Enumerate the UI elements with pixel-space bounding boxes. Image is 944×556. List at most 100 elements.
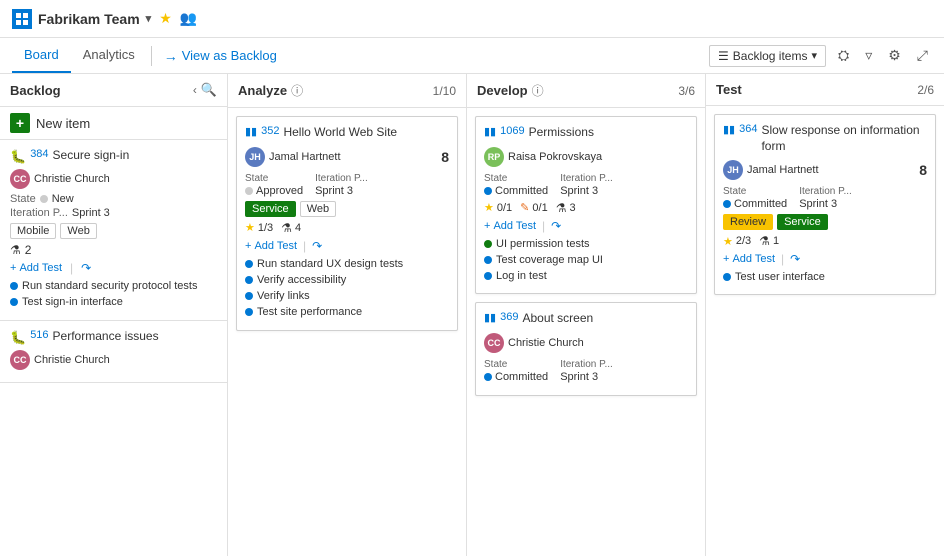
kcard-iter-item: Iteration P... Sprint 3 (315, 173, 368, 197)
nav-right: ☰ Backlog items ▾ ⛭ ▿ ⚙ ⤢ (709, 45, 932, 67)
add-test-btn[interactable]: + Add Test (245, 240, 297, 252)
tag-web[interactable]: Web (60, 223, 96, 239)
pencil-frac: 0/1 (532, 202, 547, 214)
refresh-btn[interactable]: ↷ (790, 252, 800, 266)
nav-board[interactable]: Board (12, 38, 71, 73)
passed-count: ★ 0/1 (484, 201, 512, 214)
plus-icon: + (484, 220, 490, 232)
logo-icon (12, 9, 32, 29)
passed-count: ★ 2/3 (723, 235, 751, 248)
kanban-card: ▮▮ 1069 Permissions RP Raisa Pokrovskaya… (475, 116, 697, 294)
item-id[interactable]: 516 (30, 329, 48, 341)
kcard-state-item: State Committed (484, 173, 548, 197)
avatar: CC (10, 350, 30, 370)
backlog-card: 🐛 384 Secure sign-in CC Christie Church … (0, 140, 227, 321)
nav-divider (151, 46, 152, 66)
test-dot (723, 273, 731, 281)
kcard-state-row: State Approved Iteration P... Sprint 3 (245, 173, 449, 197)
tag-mobile[interactable]: Mobile (10, 223, 56, 239)
analyze-col-count: 1/10 (433, 84, 456, 98)
kcard-id[interactable]: 369 (500, 311, 518, 323)
chevron-icon[interactable]: ▾ (146, 12, 152, 25)
kcard-id[interactable]: 364 (739, 123, 757, 135)
kcard-tags: Review Service (723, 214, 927, 230)
new-item-btn[interactable]: + New item (0, 107, 227, 140)
backlog-col-title: Backlog (10, 83, 61, 98)
tag-service[interactable]: Service (777, 214, 828, 230)
test-dot (10, 282, 18, 290)
action-divider: | (70, 261, 73, 275)
settings-icon[interactable]: ⛭ (834, 45, 853, 66)
filter-icon[interactable]: ▿ (861, 45, 876, 66)
tag-web[interactable]: Web (300, 201, 336, 217)
kcard-iter-item: Iteration P... Sprint 3 (560, 359, 613, 383)
test-col-title: Test (716, 82, 742, 97)
kcard-header: ▮▮ 369 About screen (484, 311, 688, 327)
test-num: 2 (25, 243, 32, 257)
state-dot (40, 195, 48, 203)
flask-count: ⚗ 1 (759, 234, 779, 248)
test-item: Test user interface (723, 270, 927, 284)
iteration-val: Sprint 3 (560, 185, 613, 197)
refresh-btn[interactable]: ↷ (551, 219, 561, 233)
test-text: Log in test (496, 269, 547, 283)
avatar: JH (723, 160, 743, 180)
test-column: Test 2/6 ▮▮ 364 Slow response on informa… (706, 74, 944, 556)
test-text: Test coverage map UI (496, 253, 603, 267)
separator: | (303, 239, 306, 253)
backlog-col-actions: ‹ 🔍 (193, 82, 217, 98)
kcard-tests: UI permission tests Test coverage map UI… (484, 237, 688, 284)
flask-num: 3 (569, 202, 575, 214)
view-backlog-btn[interactable]: → View as Backlog (156, 48, 285, 64)
nav-analytics[interactable]: Analytics (71, 38, 147, 73)
analyze-info-icon[interactable]: ⓘ (291, 82, 303, 99)
test-item: UI permission tests (484, 237, 688, 251)
fullscreen-icon[interactable]: ⤢ (913, 45, 932, 66)
separator: | (542, 219, 545, 233)
gear-icon[interactable]: ⚙ (884, 45, 905, 66)
tag-review[interactable]: Review (723, 214, 773, 230)
flask-icon: ⚗ (10, 243, 21, 257)
star-icon[interactable]: ★ (159, 10, 172, 27)
add-test-btn[interactable]: + Add Test (10, 262, 62, 274)
bug-icon: 🐛 (10, 149, 26, 165)
new-item-label: New item (36, 116, 90, 131)
kcard-id[interactable]: 352 (261, 125, 279, 137)
tags-row: Mobile Web (10, 223, 217, 239)
state-val: Committed (484, 371, 548, 383)
add-test-btn[interactable]: + Add Test (723, 253, 775, 265)
plus-icon: + (723, 253, 729, 265)
bug-icon: 🐛 (10, 330, 26, 346)
state-text: Committed (495, 185, 548, 197)
backlog-card: 🐛 516 Performance issues CC Christie Chu… (0, 321, 227, 383)
state-text: Committed (495, 371, 548, 383)
refresh-btn[interactable]: ↷ (312, 239, 322, 253)
state-dot (484, 187, 492, 195)
backlog-collapse-btn[interactable]: ‹ (193, 83, 197, 97)
backlog-search-btn[interactable]: 🔍 (201, 82, 217, 98)
test-dot (484, 272, 492, 280)
item-id[interactable]: 384 (30, 148, 48, 160)
kcard-state-item: State Committed (723, 186, 787, 210)
kcard-tests: Run standard UX design tests Verify acce… (245, 257, 449, 320)
kcard-title: Permissions (529, 125, 688, 141)
refresh-btn[interactable]: ↷ (81, 261, 91, 275)
item-title: Secure sign-in (53, 148, 130, 164)
kcard-avatar-row: CC Christie Church (484, 333, 688, 353)
tag-service[interactable]: Service (245, 201, 296, 217)
kcard-id[interactable]: 1069 (500, 125, 524, 137)
backlog-items-btn[interactable]: ☰ Backlog items ▾ (709, 45, 826, 67)
flask-icon: ⚗ (281, 221, 292, 235)
develop-info-icon[interactable]: ⓘ (532, 82, 544, 99)
kcard-actions: + Add Test | ↷ (723, 252, 927, 266)
kcard-icon: ▮▮ (484, 311, 496, 324)
state-label: State (10, 193, 36, 205)
people-icon[interactable]: 👥 (180, 10, 197, 27)
avatar-row: CC Christie Church (10, 350, 217, 370)
checkmark-icon: ★ (245, 221, 255, 234)
team-name[interactable]: Fabrikam Team ▾ (12, 9, 151, 29)
kanban-card: ▮▮ 352 Hello World Web Site JH Jamal Har… (236, 116, 458, 331)
add-test-btn[interactable]: + Add Test (484, 220, 536, 232)
flask-icon: ⚗ (759, 234, 770, 248)
backlog-column: Backlog ‹ 🔍 + New item 🐛 384 Secure sign… (0, 74, 228, 556)
